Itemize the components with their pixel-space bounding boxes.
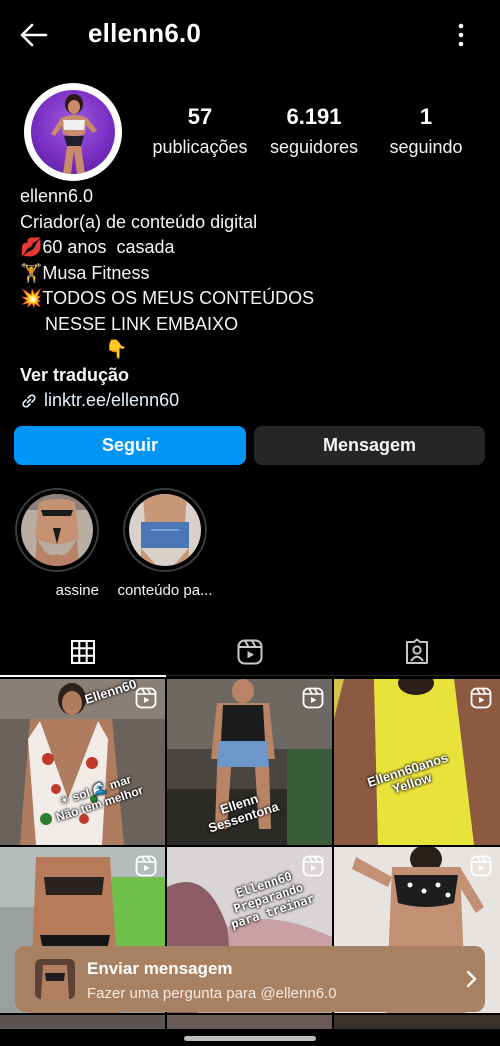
bio-line: 🏋Musa Fitness (20, 262, 150, 283)
top-bar: ellenn6.0 (0, 0, 500, 68)
post-thumbnail[interactable]: Ellenn Sessentona (167, 679, 332, 845)
stat-followers[interactable]: 6.191 seguidores (266, 104, 362, 158)
bio-line: NESSE LINK EMBAIXO (20, 313, 239, 334)
profile-avatar[interactable] (24, 83, 122, 181)
active-tab-indicator (0, 675, 166, 677)
post-thumbnail[interactable] (334, 1015, 500, 1029)
reels-icon (135, 855, 157, 877)
tab-tagged[interactable] (334, 628, 500, 676)
bio-line: 💋60 anos casada (20, 237, 175, 257)
profile-username-title: ellenn6.0 (88, 18, 202, 48)
banner-title: Enviar mensagem (87, 959, 233, 978)
back-button[interactable] (14, 18, 54, 52)
reels-icon (237, 639, 263, 665)
link-text: linktr.ee/ellenn60 (44, 390, 180, 410)
highlight-cover (15, 488, 99, 572)
highlight-cover (123, 488, 207, 572)
post-thumbnail[interactable] (167, 1015, 332, 1029)
grid-icon (71, 640, 95, 664)
post-thumbnail[interactable] (0, 1015, 165, 1029)
highlight-label: conteúdo pa... (117, 582, 213, 599)
banner-thumbnail (35, 959, 75, 999)
tagged-user-icon (406, 638, 428, 664)
profile-tabs (0, 628, 500, 677)
post-thumbnail[interactable]: Ellenn60anos Yellow (334, 679, 500, 845)
post-thumbnail[interactable]: Ellenn60 ☀ sol 🌊 mar Não tem melhor (0, 679, 165, 845)
stat-following[interactable]: 1 seguindo (382, 104, 470, 158)
bio-name: ellenn6.0 (20, 186, 94, 206)
avatar-image (31, 90, 115, 174)
posts-label: publicações (152, 137, 248, 157)
profile-bio: ellenn6.0 Criador(a) de conteúdo digital… (20, 184, 480, 414)
banner-subtitle: Fazer uma pergunta para @ellenn6.0 (87, 985, 337, 1002)
reels-icon (302, 687, 324, 709)
follow-button[interactable]: Seguir (14, 426, 246, 465)
link-icon (22, 394, 36, 408)
message-button[interactable]: Mensagem (254, 426, 485, 465)
reels-icon (470, 687, 492, 709)
bio-line: 👇 (20, 339, 128, 359)
arrow-left-icon (20, 23, 48, 47)
followers-count: 6.191 (286, 104, 342, 129)
following-label: seguindo (389, 137, 463, 157)
system-nav-handle[interactable] (184, 1036, 316, 1041)
more-vertical-icon (458, 23, 464, 47)
chevron-right-icon (466, 970, 477, 988)
posts-count: 57 (187, 104, 213, 129)
bio-line: 💥TODOS OS MEUS CONTEÚDOS (20, 288, 315, 308)
highlight-label: assine (55, 582, 99, 599)
send-message-banner[interactable]: Enviar mensagem Fazer uma pergunta para … (15, 946, 485, 1012)
stat-posts[interactable]: 57 publicações (150, 104, 250, 158)
highlight-item[interactable]: conteúdo pa... (117, 488, 213, 600)
tab-reels[interactable] (167, 628, 333, 676)
reels-icon (470, 855, 492, 877)
following-count: 1 (419, 104, 433, 129)
highlight-item[interactable]: assine (15, 488, 99, 600)
bio-external-link[interactable]: linktr.ee/ellenn60 (20, 388, 480, 414)
tab-posts-grid[interactable] (0, 628, 166, 677)
see-translation-link[interactable]: Ver tradução (20, 363, 480, 389)
followers-label: seguidores (269, 137, 359, 157)
bio-category: Criador(a) de conteúdo digital (20, 211, 258, 232)
more-options-button[interactable] (446, 18, 476, 52)
